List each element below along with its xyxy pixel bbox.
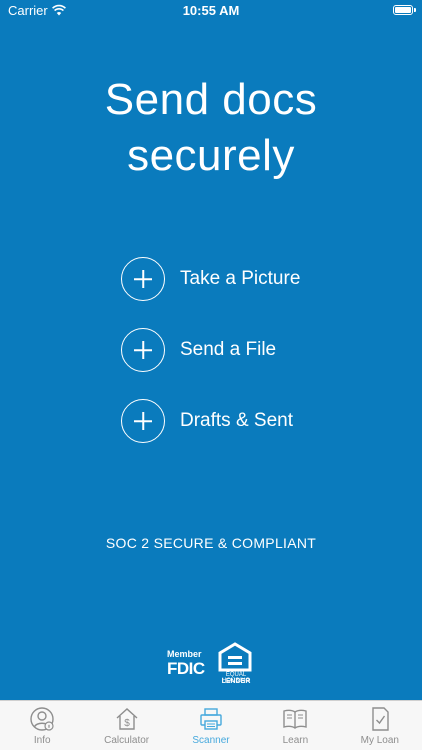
tab-label: Learn — [282, 735, 309, 746]
tab-info[interactable]: Info — [0, 701, 84, 750]
plus-circle-icon — [121, 399, 165, 443]
user-info-icon — [30, 707, 54, 731]
tab-label: Info — [33, 735, 51, 746]
tab-label: Scanner — [192, 735, 230, 746]
action-label: Send a File — [180, 339, 277, 360]
action-label: Take a Picture — [180, 268, 301, 289]
compliance-text: SOC 2 SECURE & COMPLIANT — [105, 535, 317, 551]
drafts-sent-button[interactable]: Drafts & Sent — [121, 397, 300, 445]
fdic-logo: Member FDIC — [167, 649, 205, 678]
action-label: Drafts & Sent — [180, 410, 293, 431]
tab-bar: Info $ Calculator Scanner Learn My Loan — [0, 700, 422, 750]
tab-label: My Loan — [360, 735, 399, 746]
page-title: Send docs securely — [0, 72, 422, 184]
tab-calculator[interactable]: $ Calculator — [84, 701, 168, 750]
book-icon — [283, 709, 308, 729]
tab-my-loan[interactable]: My Loan — [338, 701, 422, 750]
title-line-1: Send docs — [104, 75, 318, 124]
tab-learn[interactable]: Learn — [253, 701, 337, 750]
status-bar: Carrier 10:55 AM — [0, 0, 422, 24]
tab-label: Calculator — [104, 735, 150, 746]
house-dollar-icon: $ — [116, 708, 138, 730]
plus-circle-icon — [121, 328, 165, 372]
tab-scanner[interactable]: Scanner — [169, 701, 253, 750]
ehl-large-label: LENDER — [221, 678, 251, 685]
status-time: 10:55 AM — [182, 3, 240, 18]
send-file-button[interactable]: Send a File — [121, 326, 300, 374]
plus-circle-icon — [121, 257, 165, 301]
action-list: Take a Picture Send a File Drafts & Sent — [121, 255, 300, 468]
battery-icon — [393, 5, 416, 15]
title-line-2: securely — [127, 131, 295, 180]
document-check-icon — [372, 707, 389, 731]
fdic-member-label: Member — [167, 649, 202, 659]
svg-text:$: $ — [124, 718, 130, 729]
take-picture-button[interactable]: Take a Picture — [121, 255, 300, 303]
printer-scanner-icon — [200, 708, 222, 730]
fdic-label: FDIC — [167, 659, 205, 678]
